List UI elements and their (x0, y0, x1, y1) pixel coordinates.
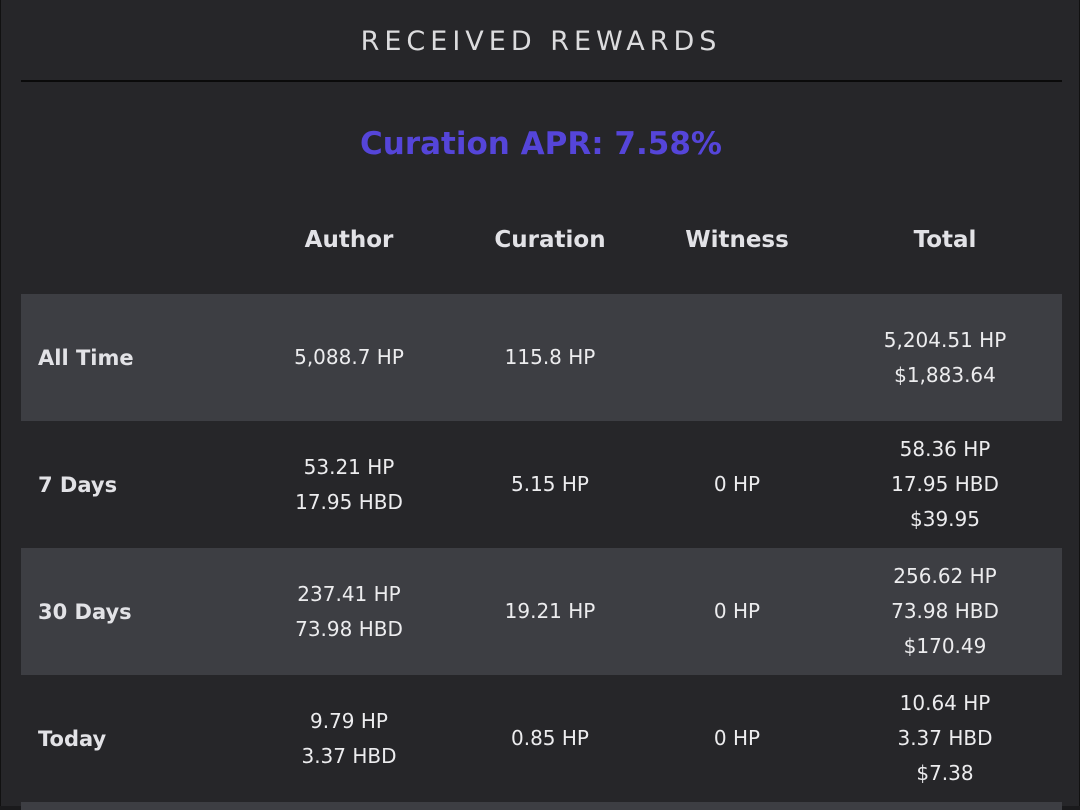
total-usd: $39.95 (910, 507, 980, 531)
row-label: 30 Days (38, 599, 132, 624)
total-cell: 10.64 HP 3.37 HBD $7.38 (897, 675, 992, 802)
witness-cell: 0 HP (714, 548, 760, 675)
row-label: Today (38, 726, 107, 751)
curation-value: 0.85 HP (511, 726, 589, 750)
curation-cell: 0.85 HP (511, 675, 589, 802)
witness-value: 0 HP (713, 726, 761, 750)
received-rewards-panel: RECEIVED REWARDS Curation APR: 7.58% Aut… (0, 0, 1080, 810)
author-hbd: 3.37 HBD (301, 743, 397, 768)
column-header-author: Author (304, 227, 394, 253)
row-label: 7 Days (38, 472, 118, 497)
total-hp: 5,204.51 HP (883, 327, 1007, 352)
total-usd: $1,883.64 (894, 362, 996, 387)
author-hp: 237.41 HP (297, 581, 401, 606)
total-hbd: 73.98 HBD (891, 599, 999, 623)
curation-cell: 5.15 HP (511, 421, 589, 548)
total-hp: 256.62 HP (893, 564, 997, 588)
author-hp: 53.21 HP (303, 454, 395, 479)
witness-value: 0 HP (713, 472, 761, 496)
curation-apr: Curation APR: 7.58% (360, 126, 722, 162)
curation-cell: 115.8 HP (505, 294, 596, 421)
curation-cell: 19.21 HP (505, 548, 596, 675)
author-cell: 53.21 HP 17.95 HBD (295, 421, 403, 548)
author-cell: 5,088.7 HP (294, 294, 404, 421)
curation-value: 19.21 HP (504, 599, 596, 623)
total-hbd: 17.95 HBD (891, 472, 999, 496)
author-hbd: 73.98 HBD (295, 616, 403, 641)
row-label: All Time (38, 345, 134, 370)
total-usd: $7.38 (916, 761, 974, 785)
total-hbd: 3.37 HBD (897, 726, 993, 750)
table-row-all-time: All Time 5,088.7 HP 115.8 HP 5,204.51 HP… (21, 294, 1062, 421)
rewards-table: All Time 5,088.7 HP 115.8 HP 5,204.51 HP… (21, 294, 1062, 810)
total-cell: 58.36 HP 17.95 HBD $39.95 (891, 421, 999, 548)
total-cell: 5,204.51 HP $1,883.64 (884, 294, 1007, 421)
witness-cell: 0 HP (714, 421, 760, 548)
curation-value: 5.15 HP (511, 472, 589, 496)
witness-cell: 0 HP (714, 675, 760, 802)
table-row-next-partial (21, 802, 1062, 810)
author-value: 5,088.7 HP (294, 345, 404, 369)
column-header-curation: Curation (494, 227, 606, 253)
witness-value: 0 HP (713, 599, 761, 623)
author-hp: 9.79 HP (310, 708, 388, 733)
column-header-witness: Witness (685, 227, 789, 253)
total-usd: $170.49 (903, 634, 987, 658)
table-row-30-days: 30 Days 237.41 HP 73.98 HBD 19.21 HP 0 H… (21, 548, 1062, 675)
title-divider (21, 80, 1062, 82)
column-header-total: Total (913, 227, 977, 253)
author-hbd: 17.95 HBD (295, 489, 403, 514)
total-cell: 256.62 HP 73.98 HBD $170.49 (891, 548, 999, 675)
table-row-7-days: 7 Days 53.21 HP 17.95 HBD 5.15 HP 0 HP 5… (21, 421, 1062, 548)
panel-title: RECEIVED REWARDS (360, 26, 722, 57)
total-hp: 58.36 HP (899, 437, 991, 461)
author-cell: 237.41 HP 73.98 HBD (295, 548, 403, 675)
author-cell: 9.79 HP 3.37 HBD (301, 675, 396, 802)
total-hp: 10.64 HP (899, 691, 991, 715)
curation-value: 115.8 HP (504, 345, 596, 369)
table-row-today: Today 9.79 HP 3.37 HBD 0.85 HP 0 HP 10.6… (21, 675, 1062, 802)
